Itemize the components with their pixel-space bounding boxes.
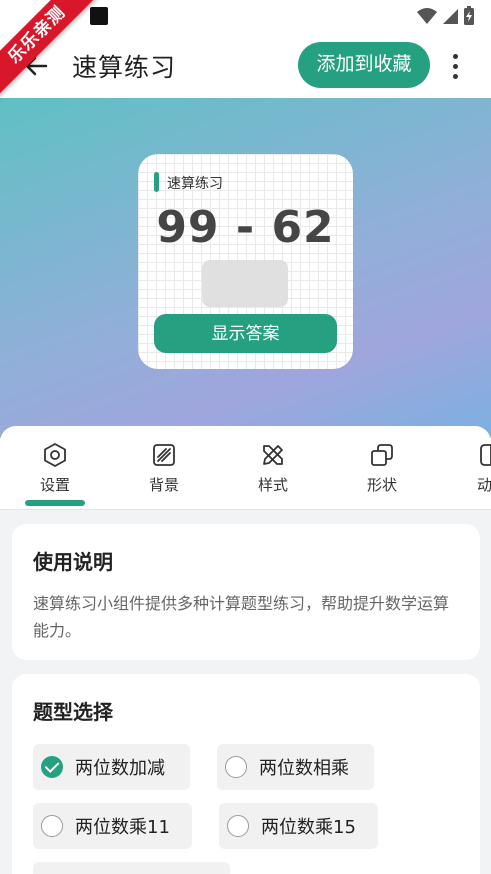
battery-icon <box>464 6 474 25</box>
status-icons <box>417 6 475 26</box>
widget-accent-bar <box>154 172 159 192</box>
tab-settings-label: 设置 <box>39 476 70 494</box>
animation-icon <box>480 444 491 466</box>
signal-icon <box>443 9 458 24</box>
tab-background-label: 背景 <box>148 476 179 494</box>
pencil-ruler-icon <box>263 445 283 465</box>
quick-math-widget: 速算练习 99 - 62 显示答案 <box>138 154 353 369</box>
tab-style[interactable]: 样式 <box>233 442 313 504</box>
usage-title: 使用说明 <box>33 550 113 574</box>
widget-question: 99 - 62 <box>156 202 335 253</box>
more-options-icon[interactable] <box>442 46 468 86</box>
background-stripes-icon <box>153 444 175 466</box>
question-type-card: 题型选择 两位数加减 两位数相乘 两位数乘11 两位数乘15 <box>12 674 480 874</box>
radio-unchecked-icon <box>41 815 63 837</box>
widget-label: 速算练习 <box>167 176 223 192</box>
option-label: 两位数乘15 <box>261 817 356 838</box>
option-multiply-11[interactable]: 两位数乘11 <box>33 803 192 849</box>
option-multiply-15[interactable]: 两位数乘15 <box>219 803 378 849</box>
tab-style-label: 样式 <box>257 476 288 494</box>
notification-square-icon <box>90 7 108 25</box>
tab-animation-label: 动 <box>477 476 491 494</box>
tab-animation[interactable]: 动 <box>451 442 491 504</box>
show-answer-button[interactable]: 显示答案 <box>154 314 337 353</box>
tab-shape[interactable]: 形状 <box>342 442 422 504</box>
wifi-icon <box>417 8 437 24</box>
usage-description: 速算练习小组件提供多种计算题型练习，帮助提升数学运算能力。 <box>33 594 450 640</box>
radio-unchecked-icon <box>225 756 247 778</box>
option-two-digit-multiply[interactable]: 两位数相乘 <box>217 744 374 790</box>
option-label: 两位数加减 <box>75 758 165 779</box>
tab-shape-label: 形状 <box>366 476 397 494</box>
add-to-favorites-button[interactable]: 添加到收藏 <box>298 42 430 88</box>
option-two-digit-add-sub[interactable]: 两位数加减 <box>33 744 190 790</box>
option-partial[interactable] <box>33 862 230 874</box>
option-label: 两位数乘11 <box>75 817 170 838</box>
page-title: 速算练习 <box>72 53 177 82</box>
settings-tabs: 设置 背景 样式 形状 动 <box>0 426 491 510</box>
tab-background[interactable]: 背景 <box>124 442 204 504</box>
tab-settings[interactable]: 设置 <box>15 442 95 504</box>
answer-box <box>202 260 288 307</box>
shapes-icon <box>371 444 393 466</box>
usage-card: 使用说明 速算练习小组件提供多种计算题型练习，帮助提升数学运算能力。 <box>12 524 480 660</box>
question-type-title: 题型选择 <box>33 700 113 724</box>
app-bar: 速算练习 添加到收藏 <box>0 32 491 98</box>
hexagon-settings-icon <box>44 443 66 467</box>
radio-checked-icon <box>41 756 63 778</box>
option-label: 两位数相乘 <box>259 758 349 779</box>
widget-preview-area: 速算练习 99 - 62 显示答案 <box>0 98 491 438</box>
radio-unchecked-icon <box>227 815 249 837</box>
active-tab-indicator <box>25 500 85 506</box>
